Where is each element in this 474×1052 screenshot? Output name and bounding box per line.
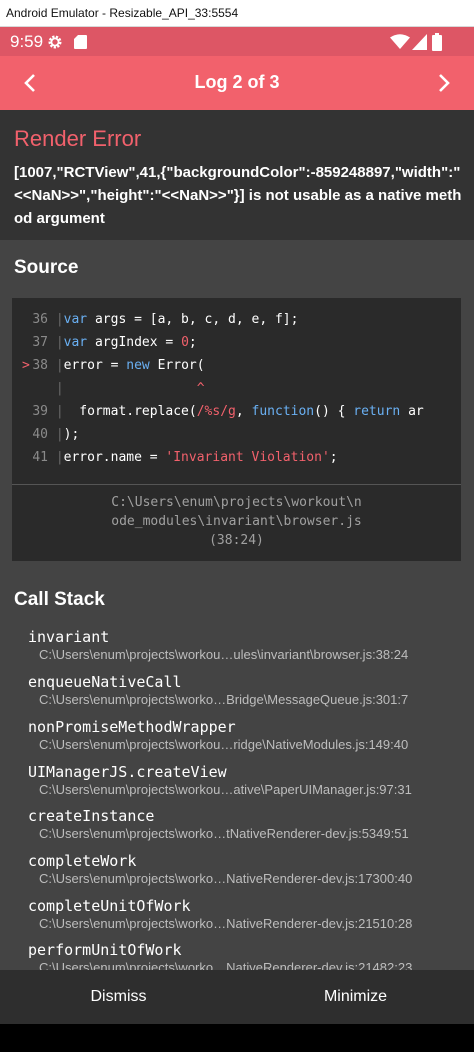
code-listing: 36 |var args = [a, b, c, d, e, f]; 37 |v… [12,298,461,484]
stack-frame[interactable]: performUnitOfWork C:\Users\enum\projects… [28,941,458,970]
minimize-button[interactable]: Minimize [237,970,474,1024]
frame-method: UIManagerJS.createView [28,763,227,781]
frame-file: C:\Users\enum\projects\worko…tNativeRend… [39,826,409,841]
stack-frame[interactable]: UIManagerJS.createView C:\Users\enum\pro… [28,763,458,798]
chevron-right-icon [439,74,450,92]
error-message: [1007,"RCTView",41,{"backgroundColor":-8… [14,164,462,227]
log-header: Log 2 of 3 [0,56,474,110]
frame-file: C:\Users\enum\projects\worko…Bridge\Mess… [39,692,409,707]
error-title: Render Error [14,126,142,151]
battery-icon [432,33,442,51]
stack-frame[interactable]: nonPromiseMethodWrapper C:\Users\enum\pr… [28,718,458,753]
status-bar: 9:59 [0,27,474,56]
wifi-icon [390,34,410,49]
source-file-location: (38:24) [209,533,264,548]
signal-icon [412,34,427,50]
code-line-40: 40 |); [32,427,80,442]
emulator-title-bar: Android Emulator - Resizable_API_33:5554 [0,0,474,27]
dismiss-button[interactable]: Dismiss [0,970,237,1024]
frame-file: C:\Users\enum\projects\workou…ridge\Nati… [39,737,409,752]
stack-frame[interactable]: invariant C:\Users\enum\projects\workou…… [28,628,458,663]
frame-file: C:\Users\enum\projects\worko…NativeRende… [39,916,413,931]
code-caret-line: | ^ [55,381,205,396]
code-line-38: 38 |error = new Error( [32,358,205,373]
code-line-41: 41 |error.name = 'Invariant Violation'; [32,450,338,465]
source-file-line: ode_modules\invariant\browser.js [111,514,362,529]
frame-file: C:\Users\enum\projects\worko…NativeRende… [39,871,413,886]
redbox-footer: Dismiss Minimize [0,970,474,1024]
call-stack-heading: Call Stack [14,589,105,610]
log-position-title: Log 2 of 3 [194,72,280,92]
sd-card-icon [74,35,87,49]
code-line-39: 39 | format.replace(/%s/g, function() { … [32,404,424,419]
frame-file: C:\Users\enum\projects\workou…ative\Pape… [39,782,412,797]
source-code-frame[interactable]: 36 |var args = [a, b, c, d, e, f]; 37 |v… [12,298,461,561]
status-time: 9:59 [10,32,44,51]
emulator-title: Android Emulator - Resizable_API_33:5554 [6,6,239,20]
stack-frame[interactable]: createInstance C:\Users\enum\projects\wo… [28,807,458,842]
frame-file: C:\Users\enum\projects\worko…NativeRende… [39,960,413,970]
frame-method: nonPromiseMethodWrapper [28,718,236,736]
frame-method: enqueueNativeCall [28,673,182,691]
gear-icon [48,35,62,49]
frame-method: completeUnitOfWork [28,897,191,915]
frame-method: completeWork [28,852,137,870]
stack-frame[interactable]: enqueueNativeCall C:\Users\enum\projects… [28,673,458,708]
source-file-path: C:\Users\enum\projects\workout\n ode_mod… [12,484,461,561]
frame-method: invariant [28,628,110,646]
stack-frame[interactable]: completeUnitOfWork C:\Users\enum\project… [28,897,458,932]
stack-frame[interactable]: completeWork C:\Users\enum\projects\work… [28,852,458,887]
source-heading: Source [14,257,79,278]
next-log-button[interactable] [416,56,472,110]
code-line-36: 36 |var args = [a, b, c, d, e, f]; [32,312,299,327]
source-file-line: C:\Users\enum\projects\workout\n [111,495,362,510]
frame-method: createInstance [28,807,155,825]
system-navigation-bar [0,1024,474,1052]
frame-method: performUnitOfWork [28,941,182,959]
code-line-37: 37 |var argIndex = 0; [32,335,197,350]
error-summary: Render Error [1007,"RCTView",41,{"backgr… [0,110,474,240]
frame-file: C:\Users\enum\projects\workou…ules\invar… [39,647,409,662]
